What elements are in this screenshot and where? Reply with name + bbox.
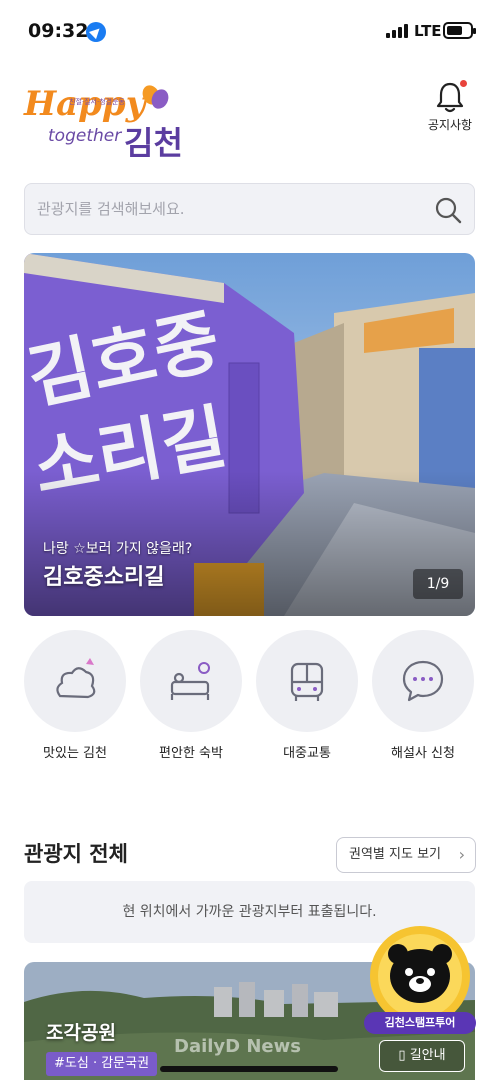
bell-icon: [433, 80, 467, 114]
status-bar: 09:32 LTE: [0, 0, 498, 62]
watermark-text: DailyD News: [174, 1036, 301, 1057]
quick-menu-label: 맛있는 김천: [43, 746, 107, 761]
logo-mark-icon: [142, 85, 169, 109]
battery-icon: [443, 22, 476, 39]
quick-menu-label: 대중교통: [283, 746, 331, 761]
notification-dot: [460, 80, 467, 87]
notice-button[interactable]: 공지사항: [424, 80, 476, 140]
directions-button[interactable]: ▯ 길안내: [379, 1040, 465, 1072]
quick-menu-guide[interactable]: 해설사 신청: [371, 630, 475, 761]
search-input[interactable]: [37, 184, 427, 234]
food-icon: [56, 658, 96, 699]
stamp-tour-label: 김천스탬프투어: [364, 1012, 476, 1034]
quick-menu-lodging[interactable]: 편안한 숙박: [139, 630, 243, 761]
app-logo[interactable]: Happy 친절·질서·청결운동 together 김천: [24, 78, 194, 162]
hero-title: 김호중소리길: [43, 565, 165, 590]
attraction-tag: #도심 · 감문국권: [46, 1052, 158, 1076]
regional-map-label: 권역별 지도 보기: [349, 847, 441, 862]
logo-tagline: 친절·질서·청결운동: [69, 98, 125, 106]
slide-counter: 1/9: [413, 569, 463, 599]
stamp-tour-badge[interactable]: 김천스탬프투어: [364, 920, 476, 1042]
quick-menu-circle: [24, 630, 126, 732]
network-label: LTE: [414, 22, 442, 40]
quick-menu-label: 해설사 신청: [391, 746, 455, 761]
directions-label: 길안내: [409, 1048, 446, 1063]
map-icon: ▯: [398, 1048, 406, 1063]
hero-banner[interactable]: 김호중 소리길 나랑 ☆보러 가지 않을래? 김호중소리길 1/9: [24, 253, 475, 616]
section-title: 관광지 전체: [24, 842, 128, 866]
location-arrow-icon: [86, 22, 106, 42]
chat-icon: [402, 660, 444, 702]
quick-menu-circle: [140, 630, 242, 732]
signal-icon: [386, 24, 410, 38]
home-indicator[interactable]: [160, 1066, 338, 1072]
logo-together-text: together: [48, 126, 122, 146]
bed-icon: [170, 662, 210, 700]
regional-map-button[interactable]: 권역별 지도 보기 ›: [336, 837, 476, 873]
quick-menu-label: 편안한 숙박: [159, 746, 223, 761]
quick-menu-transit[interactable]: 대중교통: [255, 630, 359, 761]
search-icon[interactable]: [434, 196, 462, 224]
attraction-name: 조각공원: [46, 1022, 116, 1044]
quick-menu-food[interactable]: 맛있는 김천: [23, 630, 127, 761]
notice-label: 공지사항: [427, 118, 473, 132]
status-time: 09:32: [28, 20, 89, 42]
quick-menu-circle: [256, 630, 358, 732]
logo-city-text: 김천: [124, 124, 183, 162]
search-bar[interactable]: [24, 183, 475, 235]
bus-icon: [290, 662, 324, 701]
chevron-right-icon: ›: [458, 845, 465, 864]
hero-subtitle: 나랑 ☆보러 가지 않을래?: [43, 541, 193, 557]
quick-menu: 맛있는 김천 편안한 숙박 대중교통 해설사 신청: [0, 630, 498, 765]
quick-menu-circle: [372, 630, 474, 732]
